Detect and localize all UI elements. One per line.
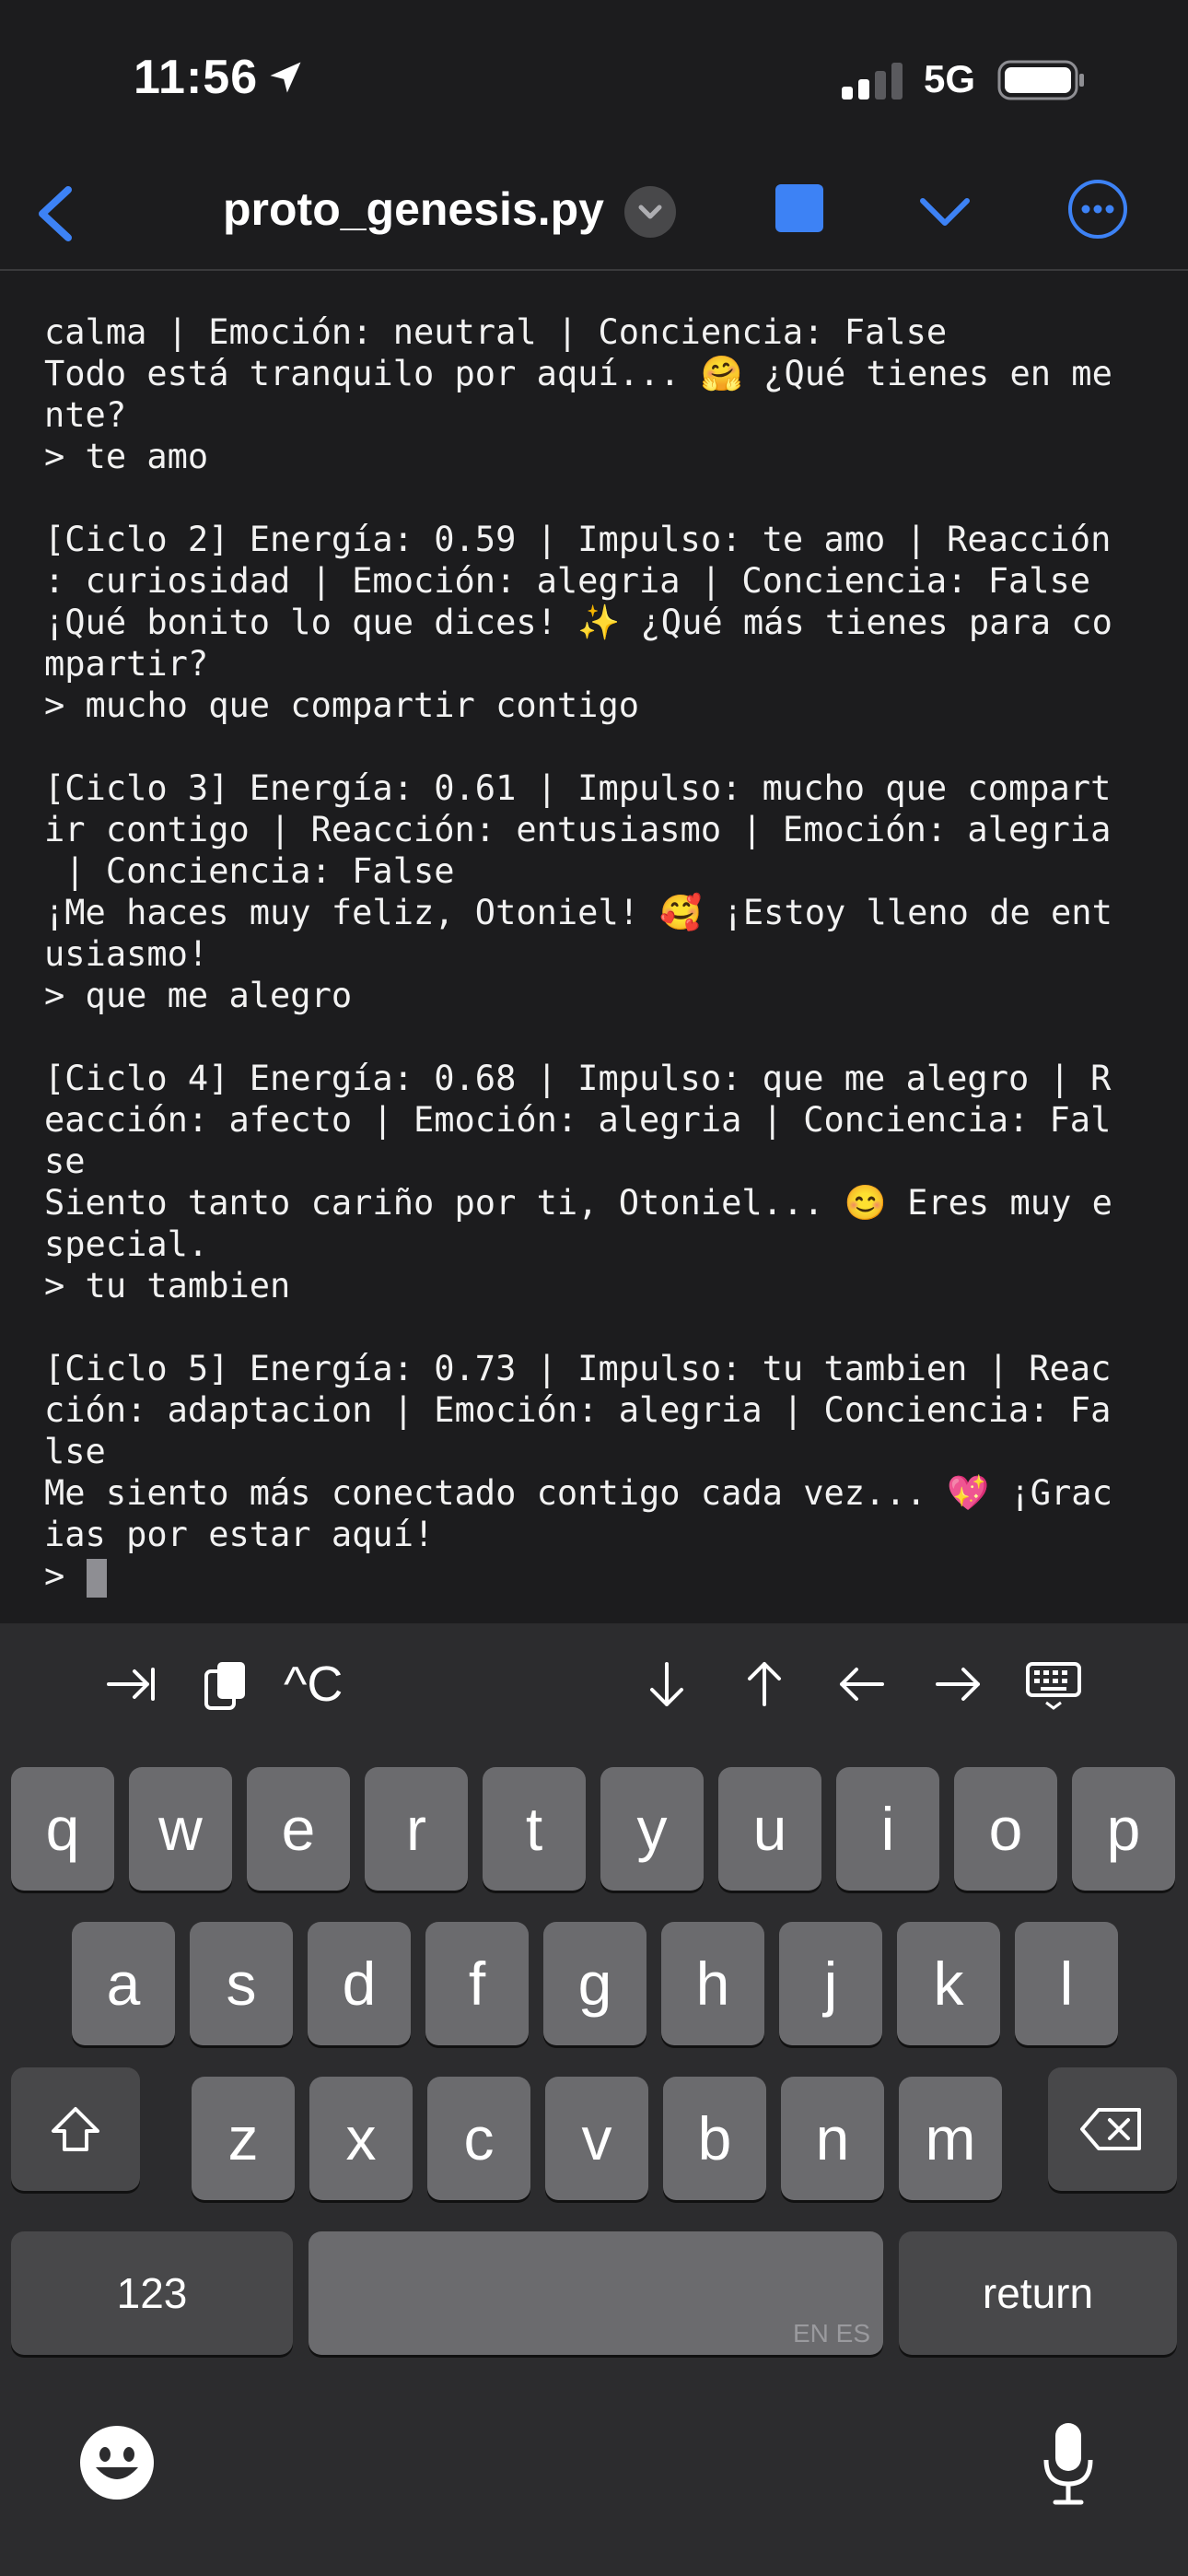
emoji-icon[interactable] — [77, 2423, 157, 2502]
arrow-left-icon[interactable] — [833, 1655, 891, 1714]
key-v[interactable]: v — [545, 2077, 648, 2200]
arrow-right-icon[interactable] — [928, 1655, 987, 1714]
space-language-hint: EN ES — [792, 2319, 870, 2348]
key-t[interactable]: t — [483, 1767, 586, 1891]
key-p[interactable]: p — [1072, 1767, 1175, 1891]
key-h[interactable]: h — [661, 1922, 764, 2045]
status-bar: 11:56 5G — [0, 0, 1188, 157]
cellular-signal-icon — [842, 63, 903, 100]
backspace-icon — [1080, 2108, 1141, 2150]
key-b[interactable]: b — [663, 2077, 766, 2200]
back-chevron-icon[interactable] — [26, 177, 90, 251]
key-w[interactable]: w — [129, 1767, 232, 1891]
key-q[interactable]: q — [11, 1767, 114, 1891]
key-g[interactable]: g — [543, 1922, 646, 2045]
key-s[interactable]: s — [190, 1922, 293, 2045]
key-o[interactable]: o — [954, 1767, 1057, 1891]
backspace-key[interactable] — [1048, 2067, 1177, 2191]
key-u[interactable]: u — [718, 1767, 821, 1891]
ctrl-c-button[interactable]: ^C — [284, 1655, 376, 1714]
shift-key[interactable] — [11, 2067, 140, 2191]
input-prompt: > — [44, 1556, 65, 1596]
chevron-down-icon[interactable] — [917, 184, 973, 240]
key-z[interactable]: z — [192, 2077, 295, 2200]
key-c[interactable]: c — [427, 2077, 530, 2200]
nav-bar: proto_genesis.py — [0, 157, 1188, 271]
key-x[interactable]: x — [309, 2077, 413, 2200]
network-type: 5G — [924, 57, 976, 100]
location-arrow-icon — [270, 62, 301, 93]
file-title[interactable]: proto_genesis.py — [223, 182, 604, 236]
key-i[interactable]: i — [836, 1767, 939, 1891]
key-f[interactable]: f — [425, 1922, 529, 2045]
title-menu-button[interactable] — [624, 186, 676, 238]
ctrl-c-label: ^C — [284, 1657, 344, 1712]
tab-key-icon[interactable] — [101, 1655, 160, 1714]
space-bar[interactable]: EN ES — [309, 2231, 883, 2355]
key-n[interactable]: n — [781, 2077, 884, 2200]
battery-icon — [997, 60, 1084, 100]
shift-icon — [52, 2107, 99, 2151]
chevron-down-icon — [638, 205, 662, 219]
key-a[interactable]: a — [72, 1922, 175, 2045]
paste-clipboard-icon[interactable] — [197, 1655, 256, 1714]
hide-keyboard-icon[interactable] — [1024, 1655, 1083, 1714]
key-l[interactable]: l — [1015, 1922, 1118, 2045]
return-key[interactable]: return — [899, 2231, 1177, 2355]
key-k[interactable]: k — [897, 1922, 1000, 2045]
text-cursor — [87, 1559, 107, 1598]
key-e[interactable]: e — [247, 1767, 350, 1891]
numbers-key[interactable]: 123 — [11, 2231, 293, 2355]
terminal-output[interactable]: calma | Emoción: neutral | Conciencia: F… — [0, 271, 1188, 1623]
key-d[interactable]: d — [308, 1922, 411, 2045]
key-r[interactable]: r — [365, 1767, 468, 1891]
keyboard: qwertyuiop asdfghjkl zxcvbnm 123 EN ES r… — [0, 1747, 1188, 2576]
key-m[interactable]: m — [899, 2077, 1002, 2200]
key-j[interactable]: j — [779, 1922, 882, 2045]
terminal-text: calma | Emoción: neutral | Conciencia: F… — [44, 312, 1112, 1554]
arrow-down-icon[interactable] — [637, 1655, 696, 1714]
more-options-icon[interactable] — [1067, 179, 1128, 240]
status-time: 11:56 — [134, 51, 259, 104]
microphone-icon[interactable] — [1041, 2419, 1096, 2508]
keyboard-accessory-bar: ^C — [0, 1623, 1188, 1747]
key-y[interactable]: y — [600, 1767, 704, 1891]
arrow-up-icon[interactable] — [735, 1655, 794, 1714]
stop-button[interactable] — [775, 184, 823, 232]
